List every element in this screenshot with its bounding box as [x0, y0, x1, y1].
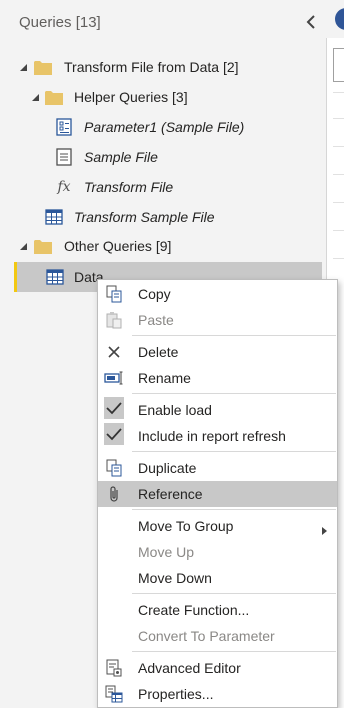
- paperclip-icon: [104, 485, 124, 503]
- menu-item-label: Paste: [138, 312, 174, 328]
- menu-separator: [132, 651, 336, 652]
- tree-label: Helper Queries [3]: [74, 89, 188, 105]
- delete-icon: [104, 343, 124, 361]
- grid-line: [333, 202, 344, 203]
- grid-line: [333, 146, 344, 147]
- menu-separator: [132, 509, 336, 510]
- table-icon: [45, 208, 63, 226]
- tree-label: Transform Sample File: [74, 209, 215, 225]
- tree-label: Sample File: [84, 149, 158, 165]
- paste-icon: [104, 311, 124, 329]
- menu-item-label: Move Down: [138, 570, 212, 586]
- menu-item-label: Enable load: [138, 402, 212, 418]
- menu-item-convert-to-parameter[interactable]: Convert To Parameter: [98, 623, 337, 649]
- menu-item-label: Create Function...: [138, 602, 250, 618]
- menu-item-duplicate[interactable]: Duplicate: [98, 455, 337, 481]
- menu-item-label: Reference: [138, 486, 203, 502]
- grid-line: [333, 92, 344, 93]
- menu-item-delete[interactable]: Delete: [98, 339, 337, 365]
- menu-item-move-up[interactable]: Move Up: [98, 539, 337, 565]
- menu-item-label: Delete: [138, 344, 179, 360]
- copy-icon: [104, 285, 124, 303]
- function-icon: fx: [57, 179, 71, 195]
- menu-separator: [132, 451, 336, 452]
- menu-item-move-down[interactable]: Move Down: [98, 565, 337, 591]
- table-icon: [46, 268, 64, 286]
- tree-group-other-queries[interactable]: Other Queries [9]: [0, 232, 322, 260]
- tree-label: Transform File: [84, 179, 174, 195]
- menu-item-label: Convert To Parameter: [138, 628, 275, 644]
- menu-item-include-in-report-refresh[interactable]: Include in report refresh: [98, 423, 337, 449]
- grid-line: [333, 174, 344, 175]
- menu-item-rename[interactable]: Rename: [98, 365, 337, 391]
- menu-separator: [132, 393, 336, 394]
- grid-line: [333, 230, 344, 231]
- folder-icon: [34, 237, 52, 255]
- menu-item-label: Rename: [138, 370, 191, 386]
- menu-item-label: Move Up: [138, 544, 195, 560]
- tree-item-parameter1[interactable]: Parameter1 (Sample File): [0, 113, 322, 141]
- submenu-arrow-icon: [322, 522, 327, 538]
- menu-item-label: Properties...: [138, 686, 214, 702]
- menu-item-label: Advanced Editor: [138, 660, 241, 676]
- context-menu: Copy Paste Delete Rename Enable load Inc…: [97, 279, 338, 708]
- tree-label: Other Queries [9]: [64, 238, 172, 254]
- tree-item-transform-sample-file[interactable]: Transform Sample File: [0, 203, 322, 231]
- properties-icon: [104, 685, 124, 703]
- folder-icon: [34, 58, 52, 76]
- menu-item-paste[interactable]: Paste: [98, 307, 337, 333]
- menu-separator: [132, 335, 336, 336]
- menu-item-label: Duplicate: [138, 460, 197, 476]
- tree-group-transform-file-from-data[interactable]: Transform File from Data [2]: [0, 53, 322, 81]
- menu-item-move-to-group[interactable]: Move To Group: [98, 513, 337, 539]
- folder-icon: [45, 88, 63, 106]
- menu-item-label: Include in report refresh: [138, 428, 286, 444]
- expand-triangle-icon[interactable]: [18, 241, 28, 251]
- menu-item-advanced-editor[interactable]: Advanced Editor: [98, 655, 337, 681]
- tree-label: Transform File from Data [2]: [64, 59, 239, 75]
- menu-item-enable-load[interactable]: Enable load: [98, 397, 337, 423]
- expand-triangle-icon[interactable]: [18, 62, 28, 72]
- grid-line: [333, 258, 344, 259]
- menu-item-label: Copy: [138, 286, 171, 302]
- tree-item-sample-file[interactable]: Sample File: [0, 143, 322, 171]
- collapse-pane-button[interactable]: [301, 10, 321, 34]
- menu-item-label: Move To Group: [138, 518, 234, 534]
- parameter-icon: [55, 118, 73, 136]
- menu-item-copy[interactable]: Copy: [98, 281, 337, 307]
- checkmark-icon: [104, 397, 124, 419]
- rename-icon: [104, 369, 124, 387]
- duplicate-icon: [104, 459, 124, 477]
- tree-label: Parameter1 (Sample File): [84, 119, 245, 135]
- menu-item-reference[interactable]: Reference: [98, 481, 337, 507]
- queries-pane-title: Queries [13]: [19, 14, 101, 31]
- chevron-left-icon: [306, 15, 315, 29]
- menu-item-properties[interactable]: Properties...: [98, 681, 337, 707]
- grid-line: [333, 118, 344, 119]
- formula-bar-edge: [333, 48, 344, 82]
- advanced-editor-icon: [104, 659, 124, 677]
- document-icon: [55, 148, 73, 166]
- checkmark-icon: [104, 423, 124, 445]
- menu-item-create-function[interactable]: Create Function...: [98, 597, 337, 623]
- tree-group-helper-queries[interactable]: Helper Queries [3]: [0, 83, 322, 111]
- menu-separator: [132, 593, 336, 594]
- tree-item-transform-file[interactable]: fx Transform File: [0, 173, 322, 201]
- expand-triangle-icon[interactable]: [30, 92, 40, 102]
